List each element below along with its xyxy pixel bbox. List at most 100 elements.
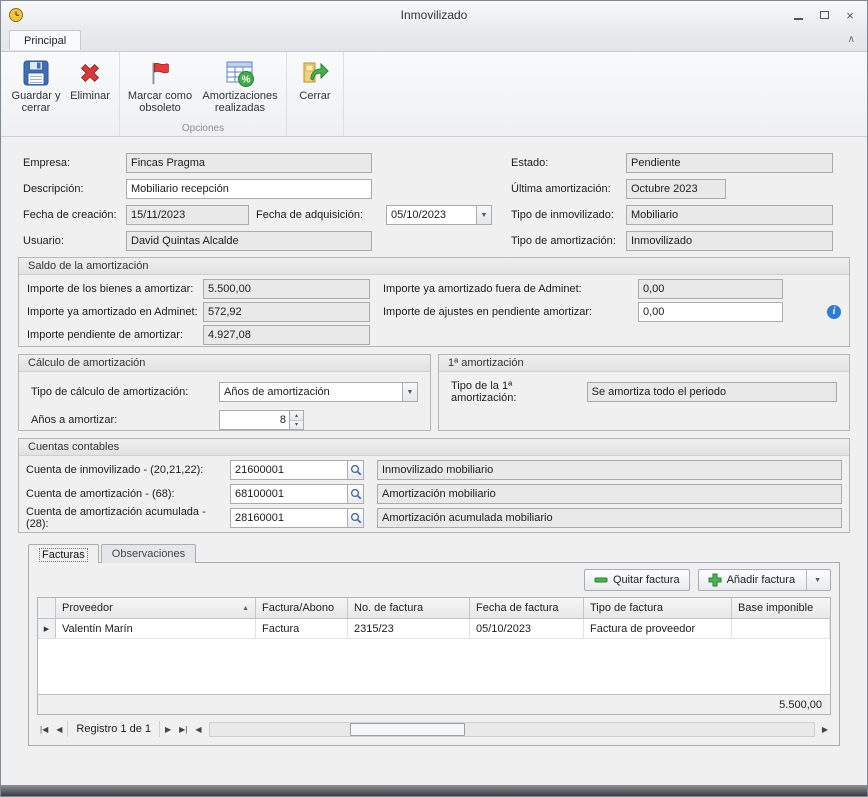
fecha-creacion-label: Fecha de creación:: [23, 205, 117, 225]
cuenta-inmovilizado-label: Cuenta de inmovilizado - (20,21,22):: [26, 464, 230, 476]
anadir-factura-dropdown-icon[interactable]: ▼: [806, 570, 821, 590]
flag-icon: [146, 57, 174, 89]
column-header-no-factura[interactable]: No. de factura: [348, 598, 470, 618]
column-header-base-imponible[interactable]: Base imponible: [732, 598, 830, 618]
close-button[interactable]: ×: [837, 6, 863, 24]
calculo-group-title: Cálculo de amortización: [19, 355, 430, 372]
saldo-group-title: Saldo de la amortización: [19, 258, 849, 275]
delete-icon: [76, 57, 104, 89]
column-header-proveedor[interactable]: Proveedor ▲: [56, 598, 256, 618]
column-header-factura-abono[interactable]: Factura/Abono: [256, 598, 348, 618]
cuenta-acumulada-code-input[interactable]: 28160001: [230, 508, 347, 528]
fuera-adminet-label: Importe ya amortizado fuera de Adminet:: [383, 283, 638, 295]
next-record-button[interactable]: ▶: [162, 721, 174, 737]
cuenta-inmovilizado-lookup-button[interactable]: [347, 460, 364, 480]
last-record-button[interactable]: ▶|: [176, 721, 190, 737]
amortizado-adminet-label: Importe ya amortizado en Adminet:: [27, 306, 203, 318]
close-door-icon: [300, 57, 330, 89]
anadir-factura-button[interactable]: Añadir factura ▼: [698, 569, 831, 591]
cell-proveedor: Valentín Marín: [56, 619, 256, 638]
guardar-cerrar-label: Guardar y cerrar: [8, 90, 64, 114]
cuentas-groupbox: Cuentas contables Cuenta de inmovilizado…: [18, 438, 850, 533]
spinner-up-icon[interactable]: ▴: [290, 411, 303, 421]
calculo-groupbox: Cálculo de amortización Tipo de cálculo …: [18, 354, 431, 431]
cuenta-amortizacion-label: Cuenta de amortización - (68):: [26, 488, 230, 500]
tipo-calculo-dropdown-icon[interactable]: ▼: [402, 383, 417, 401]
pendiente-label: Importe pendiente de amortizar:: [27, 329, 203, 341]
anos-amortizar-spinner[interactable]: 8 ▴ ▾: [219, 410, 304, 430]
amortizaciones-realizadas-button[interactable]: % Amortizaciones realizadas: [197, 54, 283, 122]
estado-field: Pendiente: [626, 153, 833, 173]
fecha-adquisicion-input[interactable]: 05/10/2023 ▼: [386, 205, 492, 225]
titlebar[interactable]: Inmovilizado ×: [1, 1, 867, 29]
descripcion-input[interactable]: Mobiliario recepción: [126, 179, 372, 199]
amortizations-table-icon: %: [225, 57, 255, 89]
fecha-creacion-field: 15/11/2023: [126, 205, 249, 225]
svg-text:%: %: [242, 75, 251, 86]
grid-indicator-header: [38, 598, 56, 618]
quitar-factura-button[interactable]: Quitar factura: [584, 569, 690, 591]
tipo-amortizacion-field: Inmovilizado: [626, 231, 833, 251]
maximize-icon: [820, 11, 829, 19]
column-header-proveedor-label: Proveedor: [62, 602, 113, 614]
bottom-tabstrip: Facturas Observaciones: [28, 543, 867, 562]
scroll-right-button[interactable]: ▶: [819, 721, 831, 737]
cuenta-inmovilizado-code-input[interactable]: 21600001: [230, 460, 347, 480]
tab-facturas[interactable]: Facturas: [28, 544, 99, 563]
prev-record-button[interactable]: ◀: [53, 721, 65, 737]
first-record-button[interactable]: |◀: [37, 721, 51, 737]
ribbon-group-opciones-label: Opciones: [123, 122, 283, 136]
tab-observaciones[interactable]: Observaciones: [101, 544, 196, 563]
cuenta-amortizacion-lookup-button[interactable]: [347, 484, 364, 504]
cerrar-button[interactable]: Cerrar: [290, 54, 340, 122]
main-form: Empresa: Fincas Pragma Estado: Pendiente…: [1, 137, 867, 257]
ribbon: Guardar y cerrar Eliminar Marcar como ob…: [1, 51, 867, 137]
empresa-label: Empresa:: [23, 153, 70, 173]
magnifier-icon: [350, 488, 362, 500]
table-row[interactable]: ▶ Valentín Marín Factura 2315/23 05/10/2…: [38, 619, 830, 639]
spinner-arrows: ▴ ▾: [289, 411, 303, 429]
magnifier-icon: [350, 464, 362, 476]
scroll-left-button[interactable]: ◀: [192, 721, 204, 737]
fecha-adquisicion-dropdown-icon[interactable]: ▼: [476, 206, 491, 224]
minimize-button[interactable]: [785, 6, 811, 24]
tipo-calculo-combo[interactable]: Años de amortización ▼: [219, 382, 418, 402]
eliminar-button[interactable]: Eliminar: [64, 54, 116, 122]
maximize-button[interactable]: [811, 6, 837, 24]
spinner-down-icon[interactable]: ▾: [290, 421, 303, 430]
scrollbar-thumb[interactable]: [350, 723, 465, 736]
marcar-obsoleto-button[interactable]: Marcar como obsoleto: [123, 54, 197, 122]
cell-tipo-factura: Factura de proveedor: [584, 619, 732, 638]
ribbon-group-opciones: Marcar como obsoleto % Amortizaciones re…: [120, 52, 287, 136]
ajustes-label: Importe de ajustes en pendiente amortiza…: [383, 306, 638, 318]
cuenta-amortizacion-code-input[interactable]: 68100001: [230, 484, 347, 504]
minimize-icon: [794, 18, 803, 20]
ribbon-group-close: Cerrar: [287, 52, 344, 136]
facturas-grid: Proveedor ▲ Factura/Abono No. de factura…: [37, 597, 831, 715]
collapse-ribbon-icon[interactable]: ∧: [848, 34, 855, 45]
eliminar-label: Eliminar: [70, 90, 110, 102]
tab-principal[interactable]: Principal: [9, 30, 81, 50]
fecha-adquisicion-label: Fecha de adquisición:: [256, 205, 363, 225]
column-header-tipo-factura[interactable]: Tipo de factura: [584, 598, 732, 618]
bienes-label: Importe de los bienes a amortizar:: [27, 283, 203, 295]
plus-icon: [708, 573, 722, 587]
tab-observaciones-label: Observaciones: [112, 548, 185, 560]
cerrar-label: Cerrar: [299, 90, 330, 102]
tipo-calculo-value: Años de amortización: [224, 386, 330, 398]
horizontal-scrollbar[interactable]: [209, 722, 815, 737]
column-header-fecha-factura[interactable]: Fecha de factura: [470, 598, 584, 618]
cuenta-acumulada-desc-field: Amortización acumulada mobiliario: [377, 508, 842, 528]
cuenta-acumulada-lookup-button[interactable]: [347, 508, 364, 528]
ajustes-input[interactable]: 0,00: [638, 302, 783, 322]
tipo-inmovilizado-field: Mobiliario: [626, 205, 833, 225]
guardar-cerrar-button[interactable]: Guardar y cerrar: [8, 54, 64, 122]
grid-total-row: 5.500,00: [38, 694, 830, 714]
ribbon-group-main-label: [8, 122, 116, 136]
total-base-imponible: 5.500,00: [779, 699, 822, 711]
amortizado-adminet-field: 572,92: [203, 302, 370, 322]
app-icon: [8, 7, 24, 23]
info-icon[interactable]: i: [827, 305, 841, 319]
cell-fecha-factura: 05/10/2023: [470, 619, 584, 638]
ribbon-group-main: Guardar y cerrar Eliminar: [5, 52, 120, 136]
